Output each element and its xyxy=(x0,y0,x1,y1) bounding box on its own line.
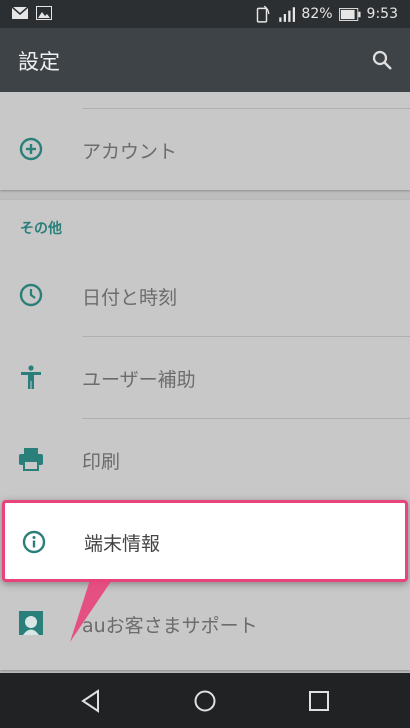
list-item-label: ユーザー補助 xyxy=(82,369,196,391)
recents-icon[interactable] xyxy=(306,688,332,714)
au-support-icon xyxy=(19,611,43,635)
list-item-account[interactable]: アカウント xyxy=(0,108,410,190)
printer-icon xyxy=(19,448,43,471)
callout-pointer xyxy=(70,580,112,642)
home-icon[interactable] xyxy=(192,688,218,714)
info-icon xyxy=(22,530,46,554)
clock-icon xyxy=(19,283,43,307)
add-circle-icon xyxy=(19,137,43,161)
nfc-icon xyxy=(257,5,270,23)
list-item-date-time[interactable]: 日付と時刻 xyxy=(0,254,410,336)
search-icon[interactable] xyxy=(370,48,394,72)
image-icon xyxy=(36,6,52,20)
status-bar: 82% 9:53 xyxy=(0,0,410,28)
mail-icon xyxy=(12,6,28,19)
battery-icon xyxy=(338,7,361,21)
list-item-device-info[interactable]: 端末情報 xyxy=(2,500,408,582)
list-item-print[interactable]: 印刷 xyxy=(0,418,410,500)
accounts-card: アカウント xyxy=(0,92,410,190)
list-item-label: 日付と時刻 xyxy=(82,287,178,309)
section-header: その他 xyxy=(20,221,62,237)
app-bar: 設定 xyxy=(0,28,410,92)
accessibility-icon xyxy=(21,365,41,389)
signal-icon xyxy=(279,7,296,22)
notification-icons xyxy=(12,6,52,20)
clock-time: 9:53 xyxy=(366,6,398,22)
list-item-label: 端末情報 xyxy=(84,533,161,555)
list-item-accessibility[interactable]: ユーザー補助 xyxy=(0,336,410,418)
page-title: 設定 xyxy=(18,50,60,74)
navigation-bar xyxy=(0,673,410,728)
battery-percent: 82% xyxy=(301,6,333,22)
system-icons: 82% 9:53 xyxy=(253,5,398,23)
list-item-label: 印刷 xyxy=(82,451,121,473)
back-icon[interactable] xyxy=(78,688,104,714)
list-item-label: アカウント xyxy=(82,141,178,163)
